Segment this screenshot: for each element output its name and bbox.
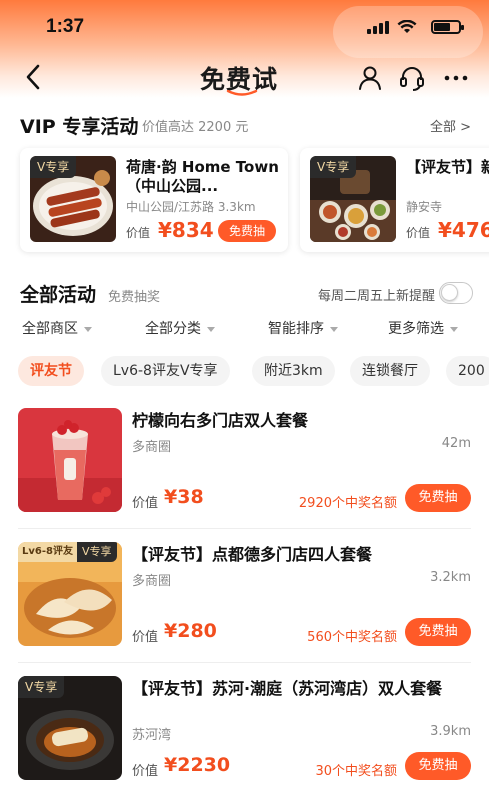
item-area: 苏河湾	[132, 728, 172, 743]
vip-section-header: VIP 专享活动 价值高达 2200 元 全部 >	[20, 112, 475, 140]
chip-nearby[interactable]: 附近3km	[252, 356, 335, 386]
back-arrow-icon[interactable]	[22, 62, 46, 92]
vip-card-name: 【评友节】新南雪菌老火锅	[406, 158, 489, 176]
vip-tag: V专享	[76, 542, 117, 562]
activities-section-header: 全部活动 免费抽奖 每周二周五上新提醒	[20, 280, 475, 308]
vip-card[interactable]: V专享 【评友节】新南雪菌老火锅 静安寺 价值 ¥476	[300, 148, 489, 252]
activities-title: 全部活动	[20, 284, 97, 306]
item-quota: 2920个中奖名额	[298, 496, 397, 511]
item-title: 【评友节】苏河·潮庭（苏河湾店）双人套餐	[132, 679, 443, 698]
item-title: 柠檬向右多门店双人套餐	[132, 411, 309, 430]
item-quota: 560个中奖名额	[307, 630, 397, 645]
item-image: V专享	[18, 676, 122, 780]
filter-sort[interactable]: 智能排序	[268, 318, 338, 338]
filter-label: 智能排序	[268, 321, 324, 337]
vip-tag-badge: V专享	[18, 676, 65, 698]
item-price-label: 价值	[132, 630, 159, 645]
filter-area[interactable]: 全部商区	[22, 318, 92, 338]
filter-more[interactable]: 更多筛选	[388, 318, 458, 338]
vip-see-all-link[interactable]: 全部 >	[430, 116, 471, 135]
item-image: Lv6-8评友 V专享	[18, 542, 122, 646]
vip-tag-badge: V专享	[310, 156, 357, 178]
vip-card-name: 荷唐·韵 Home Town（中山公园...	[126, 158, 279, 195]
caret-down-icon	[207, 326, 215, 332]
filter-label: 全部分类	[145, 321, 201, 337]
reminder-toggle[interactable]	[439, 282, 473, 304]
vip-card-price: ¥834	[158, 218, 214, 242]
item-distance: 3.9km	[430, 724, 471, 739]
filter-category[interactable]: 全部分类	[145, 318, 215, 338]
more-icon[interactable]	[442, 64, 470, 92]
caret-down-icon	[450, 326, 458, 332]
chip-chain-restaurant[interactable]: 连锁餐厅	[350, 356, 430, 386]
filter-bar: 全部商区 全部分类 智能排序 更多筛选	[0, 318, 489, 344]
quick-filter-chips: 评友节 Lv6-8评友V专享 附近3km 连锁餐厅 200	[0, 356, 489, 388]
item-price: ¥280	[164, 620, 217, 642]
user-icon[interactable]	[356, 64, 384, 92]
vip-tag-badge: V专享	[30, 156, 77, 178]
item-distance: 42m	[441, 436, 471, 451]
caret-down-icon	[84, 326, 92, 332]
item-price-label: 价值	[132, 764, 159, 779]
list-item[interactable]: 柠檬向右多门店双人套餐 多商圈 42m 价值 ¥38 2920个中奖名额 免费抽	[0, 408, 489, 540]
customer-service-icon[interactable]	[398, 64, 426, 92]
new-release-reminder-label: 每周二周五上新提醒	[317, 289, 435, 304]
item-quota: 30个中奖名额	[315, 764, 397, 779]
free-draw-button[interactable]: 免费抽	[405, 618, 471, 646]
free-draw-button[interactable]: 免费抽	[405, 752, 471, 780]
vip-card-price: ¥476	[438, 218, 489, 242]
item-distance: 3.2km	[430, 570, 471, 585]
chip-more[interactable]: 200	[446, 356, 489, 386]
list-item[interactable]: V专享 【评友节】苏河·潮庭（苏河湾店）双人套餐 苏河湾 3.9km 价值 ¥2…	[0, 676, 489, 800]
status-time: 1:37	[46, 16, 85, 37]
vip-section-subtitle: 价值高达 2200 元	[142, 120, 249, 135]
lemon-tea-drink-image	[18, 408, 122, 512]
title-smile-decoration	[226, 90, 258, 96]
caret-down-icon	[330, 326, 338, 332]
vip-card-location: 中山公园/江苏路 3.3km	[126, 200, 256, 214]
toggle-knob	[441, 284, 458, 301]
list-divider	[18, 662, 471, 663]
free-draw-button[interactable]: 免费抽	[405, 484, 471, 512]
vip-section-title: VIP 专享活动	[20, 116, 139, 138]
wifi-icon	[397, 20, 417, 33]
vip-card-price-label: 价值	[126, 226, 151, 240]
filter-label: 全部商区	[22, 321, 78, 337]
page-title: 免费试	[200, 60, 278, 96]
vip-card-image: V专享	[310, 156, 396, 242]
list-item[interactable]: Lv6-8评友 V专享 【评友节】点都德多门店四人套餐 多商圈 3.2km 价值…	[0, 542, 489, 674]
vip-card-location: 静安寺	[406, 200, 443, 214]
vip-card-image: V专享	[30, 156, 116, 242]
list-divider	[18, 528, 471, 529]
activities-subtitle: 免费抽奖	[108, 290, 161, 305]
item-price-label: 价值	[132, 496, 159, 511]
chip-vip-exclusive[interactable]: Lv6-8评友V专享	[101, 356, 230, 386]
filter-label: 更多筛选	[388, 321, 444, 337]
vip-card[interactable]: V专享 荷唐·韵 Home Town（中山公园... 中山公园/江苏路 3.3k…	[20, 148, 288, 252]
chip-reviewer-festival[interactable]: 评友节	[18, 356, 84, 386]
item-title: 【评友节】点都德多门店四人套餐	[132, 545, 373, 564]
free-draw-button[interactable]: 免费抽	[218, 220, 276, 242]
item-price: ¥38	[164, 486, 204, 508]
item-price: ¥2230	[164, 754, 231, 776]
level-tag: Lv6-8评友	[18, 542, 77, 562]
battery-icon	[431, 20, 464, 34]
vip-tag-badge: Lv6-8评友 V专享	[18, 542, 117, 562]
vip-card-price-label: 价值	[406, 226, 431, 240]
item-area: 多商圈	[132, 440, 172, 455]
item-area: 多商圈	[132, 574, 172, 589]
item-image	[18, 408, 122, 512]
nav-bar: 免费试	[0, 58, 489, 98]
status-bar: 1:37	[0, 0, 489, 54]
cellular-signal-icon	[367, 21, 389, 34]
